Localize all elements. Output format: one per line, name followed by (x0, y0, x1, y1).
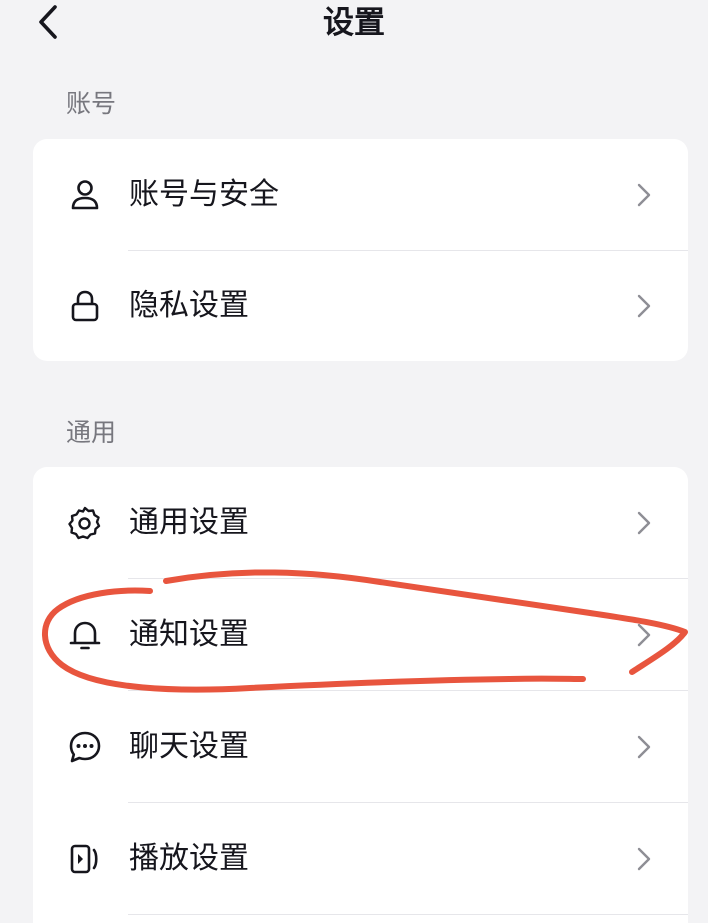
chevron-right-icon (634, 620, 654, 650)
lock-icon (67, 288, 103, 324)
chevron-right-icon (634, 844, 654, 874)
menu-item-chat-settings[interactable]: 聊天设置 (33, 691, 688, 803)
menu-item-privacy-settings[interactable]: 隐私设置 (33, 250, 688, 361)
gear-icon (67, 505, 103, 541)
menu-item-label: 隐私设置 (129, 288, 249, 323)
chat-bubble-icon (67, 729, 103, 765)
bell-icon (67, 617, 103, 653)
settings-screen: 设置 账号 账号与安全 隐私设置 通用 通用设置 通知设置 聊天设置 播放设置 (0, 0, 708, 923)
menu-item-account-security[interactable]: 账号与安全 (33, 139, 688, 251)
chevron-right-icon (634, 508, 654, 538)
menu-item-playback-settings[interactable]: 播放设置 (33, 803, 688, 915)
chevron-right-icon (634, 732, 654, 762)
account-settings-card: 账号与安全 隐私设置 (33, 139, 688, 361)
menu-item-notification-settings[interactable]: 通知设置 (33, 579, 688, 691)
section-header-account: 账号 (66, 89, 117, 118)
divider (128, 914, 688, 915)
user-icon (67, 177, 103, 213)
menu-item-label: 通知设置 (129, 617, 249, 652)
top-navigation-bar: 设置 (0, 0, 708, 48)
menu-item-label: 通用设置 (129, 505, 249, 540)
chevron-right-icon (634, 291, 654, 321)
general-settings-card: 通用设置 通知设置 聊天设置 播放设置 (33, 467, 688, 923)
menu-item-label: 播放设置 (129, 841, 249, 876)
play-settings-icon (67, 841, 103, 877)
menu-item-general-settings[interactable]: 通用设置 (33, 467, 688, 579)
page-title: 设置 (323, 5, 385, 41)
menu-item-label: 账号与安全 (129, 177, 279, 212)
section-header-general: 通用 (66, 418, 117, 447)
chevron-right-icon (634, 180, 654, 210)
menu-item-label: 聊天设置 (129, 729, 249, 764)
